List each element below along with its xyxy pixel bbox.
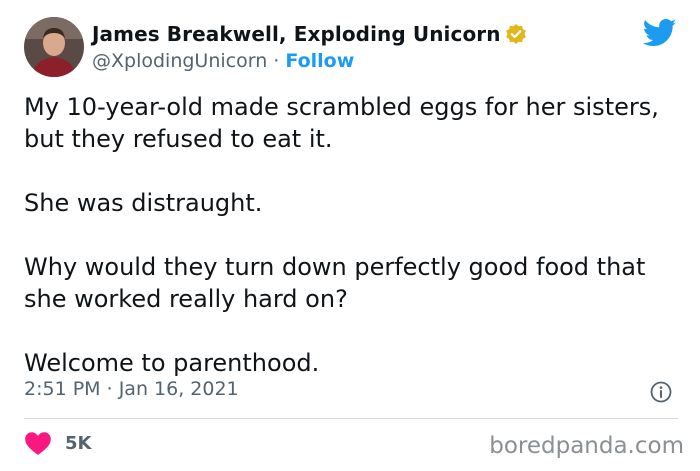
author-display-name[interactable]: James Breakwell, Exploding Unicorn bbox=[92, 22, 501, 46]
author-handle-row: @XplodingUnicorn · Follow bbox=[92, 50, 354, 72]
watermark: boredpanda.com bbox=[489, 433, 684, 459]
tweet-paragraph: She was distraught. bbox=[24, 189, 263, 217]
avatar[interactable] bbox=[24, 17, 84, 77]
heart-icon[interactable] bbox=[24, 430, 52, 456]
follow-button[interactable]: Follow bbox=[285, 50, 354, 72]
divider bbox=[24, 418, 678, 419]
verified-badge-icon bbox=[505, 23, 527, 45]
tweet-paragraph: Why would they turn down perfectly good … bbox=[24, 253, 646, 313]
author-name-row: James Breakwell, Exploding Unicorn bbox=[92, 22, 527, 46]
handle-separator: · bbox=[273, 50, 286, 72]
timestamp-separator: · bbox=[106, 378, 119, 400]
like-action[interactable]: 5K bbox=[24, 430, 91, 456]
author-handle[interactable]: @XplodingUnicorn bbox=[92, 50, 267, 72]
tweet-timestamp[interactable]: 2:51 PM · Jan 16, 2021 bbox=[24, 378, 239, 400]
tweet-paragraph: Welcome to parenthood. bbox=[24, 349, 320, 377]
tweet-time: 2:51 PM bbox=[24, 378, 101, 400]
tweet-date: Jan 16, 2021 bbox=[118, 378, 239, 400]
info-icon[interactable] bbox=[650, 381, 672, 403]
tweet-card: James Breakwell, Exploding Unicorn @Xplo… bbox=[0, 0, 700, 471]
tweet-text: My 10-year-old made scrambled eggs for h… bbox=[24, 91, 684, 379]
twitter-bird-icon[interactable] bbox=[642, 18, 677, 48]
tweet-paragraph: My 10-year-old made scrambled eggs for h… bbox=[24, 93, 659, 153]
like-count: 5K bbox=[65, 432, 92, 454]
